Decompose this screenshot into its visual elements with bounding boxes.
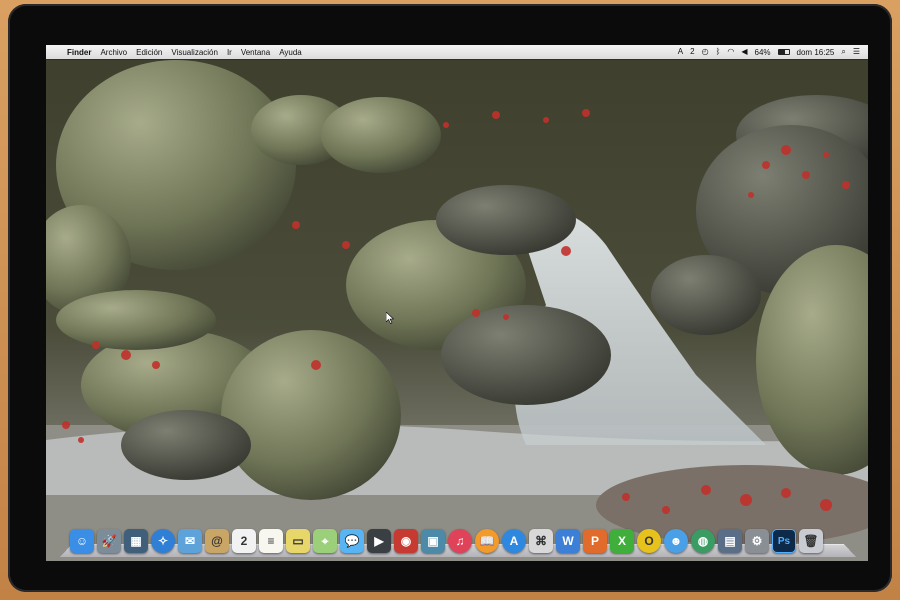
battery-icon[interactable] xyxy=(777,49,790,55)
menu-ir[interactable]: Ir xyxy=(227,48,232,57)
dock-contacts-icon[interactable]: @ xyxy=(205,529,229,553)
menu-archivo[interactable]: Archivo xyxy=(100,48,127,57)
user-count-badge[interactable]: 2 xyxy=(690,48,694,56)
text-input-icon[interactable]: A xyxy=(678,48,683,56)
dock-notes-icon[interactable]: ≡ xyxy=(259,529,283,553)
time-machine-icon[interactable]: ◴ xyxy=(702,48,709,56)
dock-maps-icon[interactable]: ⌖ xyxy=(313,529,337,553)
menu-clock[interactable]: dom 16:25 xyxy=(797,48,835,57)
dock-messenger-icon[interactable]: ☻ xyxy=(664,529,688,553)
dock-itunes-icon[interactable]: ♫ xyxy=(448,529,472,553)
dock-preview-icon[interactable]: ⌘ xyxy=(529,529,553,553)
dock-finder-icon[interactable]: ☺ xyxy=(70,529,94,553)
menu-app-name[interactable]: Finder xyxy=(67,48,91,57)
dock-app-store-icon[interactable]: A xyxy=(502,529,526,553)
dock-photo-icon[interactable]: ✉ xyxy=(178,529,202,553)
menu-bar: Finder Archivo Edición Visualización Ir … xyxy=(46,45,868,59)
desktop-wallpaper xyxy=(46,45,868,561)
dock-globe-icon[interactable]: ◍ xyxy=(691,529,715,553)
dock-facetime-icon[interactable]: ▶ xyxy=(367,529,391,553)
dock-safari-icon[interactable]: ✧ xyxy=(151,529,175,553)
dock-iphoto-icon[interactable]: ▣ xyxy=(421,529,445,553)
menu-ventana[interactable]: Ventana xyxy=(241,48,270,57)
dock-system-preferences-icon[interactable]: ⚙ xyxy=(745,529,769,553)
menu-edicion[interactable]: Edición xyxy=(136,48,162,57)
wifi-icon[interactable]: ◠ xyxy=(727,48,734,56)
menu-ayuda[interactable]: Ayuda xyxy=(279,48,302,57)
dock-excel-icon[interactable]: X xyxy=(610,529,634,553)
bluetooth-icon[interactable]: ᛒ xyxy=(716,48,721,56)
dock-word-icon[interactable]: W xyxy=(556,529,580,553)
battery-level-fill xyxy=(778,50,785,54)
dock-launchpad-icon[interactable]: 🚀 xyxy=(97,529,121,553)
desktop-screen: Finder Archivo Edición Visualización Ir … xyxy=(46,45,868,561)
spotlight-search-icon[interactable]: ⌕ xyxy=(841,48,845,56)
dock-outlook-icon[interactable]: O xyxy=(637,529,661,553)
dock-powerpoint-icon[interactable]: P xyxy=(583,529,607,553)
dock-ibooks-icon[interactable]: 📖 xyxy=(475,529,499,553)
dock-messages-icon[interactable]: 💬 xyxy=(340,529,364,553)
dock-calendar-icon[interactable]: 2 xyxy=(232,529,256,553)
dock-trash-icon[interactable]: 🗑 xyxy=(799,529,823,553)
dock-stickies-icon[interactable]: ▭ xyxy=(286,529,310,553)
dock-photoshop-icon[interactable]: Ps xyxy=(772,529,796,553)
dock-image-app-icon[interactable]: ▤ xyxy=(718,529,742,553)
mouse-pointer-icon xyxy=(385,311,395,329)
menu-visualizacion[interactable]: Visualización xyxy=(171,48,218,57)
dock-photo-booth-icon[interactable]: ◉ xyxy=(394,529,418,553)
volume-icon[interactable]: ◀ xyxy=(741,48,747,56)
dock-icons: ☺ 🚀 ▦ ✧ ✉ @2 ≡ ▭ ⌖ 💬 ▶ ◉ ▣ ♫ 📖 A ⌘ W P X O ☻ ◍ ▤ ⚙ Ps 🗑 xyxy=(70,529,823,553)
dock-mission-control-icon[interactable]: ▦ xyxy=(124,529,148,553)
dock: ☺ 🚀 ▦ ✧ ✉ @2 ≡ ▭ ⌖ 💬 ▶ ◉ ▣ ♫ 📖 A ⌘ W P X O ☻ ◍ ▤ ⚙ Ps 🗑 xyxy=(60,523,856,557)
laptop-bezel: Finder Archivo Edición Visualización Ir … xyxy=(8,4,892,592)
battery-percent[interactable]: 64% xyxy=(755,48,771,57)
notification-center-icon[interactable]: ☰ xyxy=(853,48,860,56)
